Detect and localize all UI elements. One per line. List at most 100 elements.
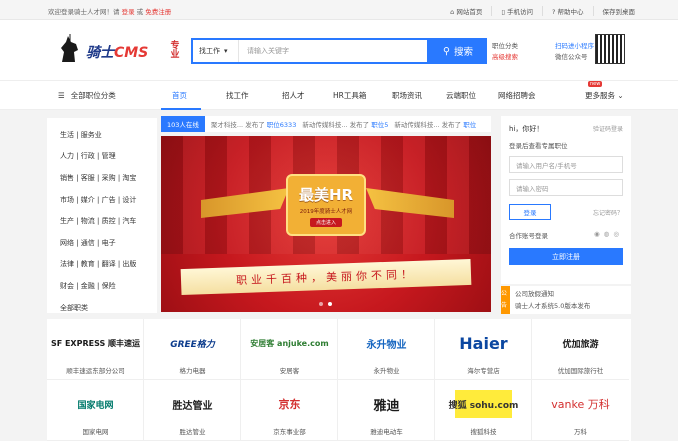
- top-links: ⌂ 网站首页 ▯ 手机访问 ? 帮助中心 保存到桌面: [441, 6, 644, 16]
- job-category-link[interactable]: 职位分类: [492, 41, 518, 52]
- welcome-prefix: 欢迎登录骑士人才网！请: [48, 8, 120, 16]
- site-logo[interactable]: 骑士CMS: [86, 42, 148, 62]
- brand-card[interactable]: 安居客 anjuke.com 安居客: [241, 319, 338, 380]
- sidebar-item-life[interactable]: 生活 | 服务业: [60, 124, 157, 146]
- mobile-link[interactable]: ▯ 手机访问: [491, 6, 542, 16]
- brand-name: 海尔专营店: [467, 367, 500, 375]
- brand-card[interactable]: 优加旅游 优加国际旅行社: [532, 319, 629, 380]
- header: 骑士CMS 专业 找工作 ▾ 请输入关键字 ⚲ 搜索 职位分类 高级搜索 扫码进小程…: [0, 20, 678, 80]
- greeting: hi，你好！: [509, 125, 544, 133]
- seal-logo: 专业: [168, 40, 179, 58]
- brand-card[interactable]: vanke 万科万科: [532, 380, 629, 441]
- forgot-password-link[interactable]: 忘记密码？: [593, 208, 623, 217]
- brand-name: 格力电器: [179, 367, 206, 375]
- active-tab-underline: [161, 108, 201, 110]
- sidebar-item-finance[interactable]: 财会 | 金融 | 保险: [60, 275, 157, 297]
- nav-home[interactable]: 首页: [172, 90, 187, 101]
- brand-name: 安居客: [279, 367, 300, 375]
- brand-card[interactable]: 国家电网 国家电网: [47, 380, 144, 441]
- brand-card[interactable]: GREE格力 格力电器: [144, 319, 241, 380]
- login-greeting-row: hi，你好！ 验证码登录: [509, 124, 623, 134]
- search-box: 找工作 ▾ 请输入关键字: [191, 38, 429, 64]
- login-actions: 登录 忘记密码？: [509, 204, 623, 220]
- search-input[interactable]: 请输入关键字: [239, 46, 289, 56]
- brand-name: 国家电网: [82, 428, 109, 436]
- password-input[interactable]: 请输入密码: [509, 179, 623, 196]
- all-categories-menu[interactable]: ☰ 全部职位分类: [58, 90, 116, 101]
- save-desktop-link[interactable]: 保存到桌面: [592, 6, 645, 16]
- category-sidebar: 生活 | 服务业 人力 | 行政 | 管理 销售 | 客服 | 采购 | 淘宝 …: [47, 118, 157, 313]
- login-link[interactable]: 登录: [122, 8, 135, 16]
- banner-emblem: 最美HR 2019年度骑士人才网 点击进入: [286, 174, 366, 236]
- sidebar-item-sales[interactable]: 销售 | 客服 | 采购 | 淘宝: [60, 167, 157, 189]
- username-input[interactable]: 请输入用户名/手机号: [509, 156, 623, 173]
- nav-hr-tools[interactable]: HR工具箱: [333, 90, 366, 101]
- brand-grid: SF EXPRESS 顺丰速运 顺丰速运东部分公司 GREE格力 格力电器 安居客 …: [47, 319, 631, 441]
- ticker-item[interactable]: 聚才科技... 发布了 职位6333: [205, 119, 296, 129]
- brand-card[interactable]: SF EXPRESS 顺丰速运 顺丰速运东部分公司: [47, 319, 144, 380]
- miniapp-link[interactable]: 扫码进小程序: [555, 41, 594, 52]
- brand-card[interactable]: 胜达管业 胜达管业: [144, 380, 241, 441]
- banner-title: 最美HR: [298, 185, 354, 204]
- nav-hire[interactable]: 招人才: [282, 90, 305, 101]
- register-link[interactable]: 免费注册: [145, 8, 171, 16]
- brand-name: 胜达管业: [179, 428, 206, 436]
- brand-logo: 永升物业: [366, 339, 407, 351]
- qr-code-icon: [595, 34, 625, 64]
- chevron-down-icon: ▾: [224, 47, 228, 55]
- brand-name: 万科: [574, 428, 587, 436]
- ticker-item[interactable]: 新动传媒科技... 发布了 职位5: [296, 119, 388, 129]
- qq-icon[interactable]: ◍: [604, 230, 614, 238]
- hero-banner[interactable]: 最美HR 2019年度骑士人才网 点击进入 职业千百种，美丽你不同！: [161, 136, 491, 312]
- advanced-search-link[interactable]: 高级搜索: [492, 52, 518, 63]
- login-hint: 登录后查看专属职位: [509, 142, 568, 150]
- login-button[interactable]: 登录: [509, 204, 551, 220]
- sidebar-item-law[interactable]: 法律 | 教育 | 翻译 | 出版: [60, 254, 157, 276]
- brand-logo: 胜达管业: [172, 400, 213, 412]
- online-ticker: 103人在线 聚才科技... 发布了 职位6333 新动传媒科技... 发布了 …: [161, 116, 491, 132]
- banner-dot-active[interactable]: [328, 302, 332, 306]
- login-panel: hi，你好！ 验证码登录 登录后查看专属职位 请输入用户名/手机号 请输入密码 …: [501, 116, 631, 284]
- sidebar-item-hr[interactable]: 人力 | 行政 | 管理: [60, 146, 157, 168]
- sidebar-item-all[interactable]: 全部职类: [60, 297, 157, 319]
- register-button[interactable]: 立即注册: [509, 248, 623, 265]
- nav-career-news[interactable]: 职场资讯: [392, 90, 422, 101]
- search-type-select[interactable]: 找工作 ▾: [193, 40, 239, 62]
- brand-logo: 雅迪: [373, 398, 400, 414]
- brand-card[interactable]: 京东 京东事业部: [241, 380, 338, 441]
- more-services-menu[interactable]: 更多服务 ⌄: [585, 90, 624, 101]
- ticker-item[interactable]: 新动传媒科技... 发布了 职位: [388, 119, 476, 129]
- online-count-badge: 103人在线: [161, 116, 205, 132]
- knight-horse-icon: [61, 34, 78, 62]
- or-text: 或: [136, 8, 144, 16]
- brand-card[interactable]: 雅迪 雅迪电动车: [338, 380, 435, 441]
- brand-logo: 国家电网: [77, 400, 114, 411]
- weibo-icon[interactable]: ◉: [594, 230, 604, 238]
- brand-name: 永升物业: [373, 367, 400, 375]
- nav-cloud-jobs[interactable]: 云端职位: [446, 90, 476, 101]
- banner-enter-button[interactable]: 点击进入: [309, 217, 342, 227]
- banner-subtitle: 2019年度骑士人才网: [299, 208, 353, 215]
- home-link[interactable]: ⌂ 网站首页: [441, 6, 491, 16]
- nav-job-fair[interactable]: 网络招聘会: [498, 90, 536, 101]
- brand-card[interactable]: Haier 海尔专营店: [435, 319, 532, 380]
- notice-item[interactable]: 骑士人才系统5.0版本发布: [515, 300, 625, 312]
- sidebar-item-marketing[interactable]: 市场 | 媒介 | 广告 | 设计: [60, 189, 157, 211]
- wechat-icon[interactable]: ◎: [613, 230, 623, 238]
- welcome-text: 欢迎登录骑士人才网！请 登录 或 免费注册: [48, 6, 171, 16]
- help-link[interactable]: ? 帮助中心: [541, 6, 593, 16]
- banner-dot[interactable]: [319, 302, 323, 306]
- search-button[interactable]: ⚲ 搜索: [429, 38, 487, 64]
- brand-logo: GREE格力: [170, 339, 215, 350]
- brand-name: 优加国际旅行社: [557, 367, 604, 375]
- nav-find-job[interactable]: 找工作: [226, 90, 249, 101]
- sidebar-item-production[interactable]: 生产 | 物流 | 质控 | 汽车: [60, 210, 157, 232]
- sidebar-item-network[interactable]: 网络 | 通信 | 电子: [60, 232, 157, 254]
- notice-tab: 公告: [501, 286, 510, 314]
- code-login-link[interactable]: 验证码登录: [593, 124, 623, 134]
- brand-card[interactable]: 搜狐 sohu.com 搜狐科技: [435, 380, 532, 441]
- brand-logo: vanke 万科: [551, 398, 610, 411]
- notice-item[interactable]: 公司放假通知: [515, 288, 625, 300]
- brand-card[interactable]: 永升物业 永升物业: [338, 319, 435, 380]
- new-badge: new: [588, 81, 603, 87]
